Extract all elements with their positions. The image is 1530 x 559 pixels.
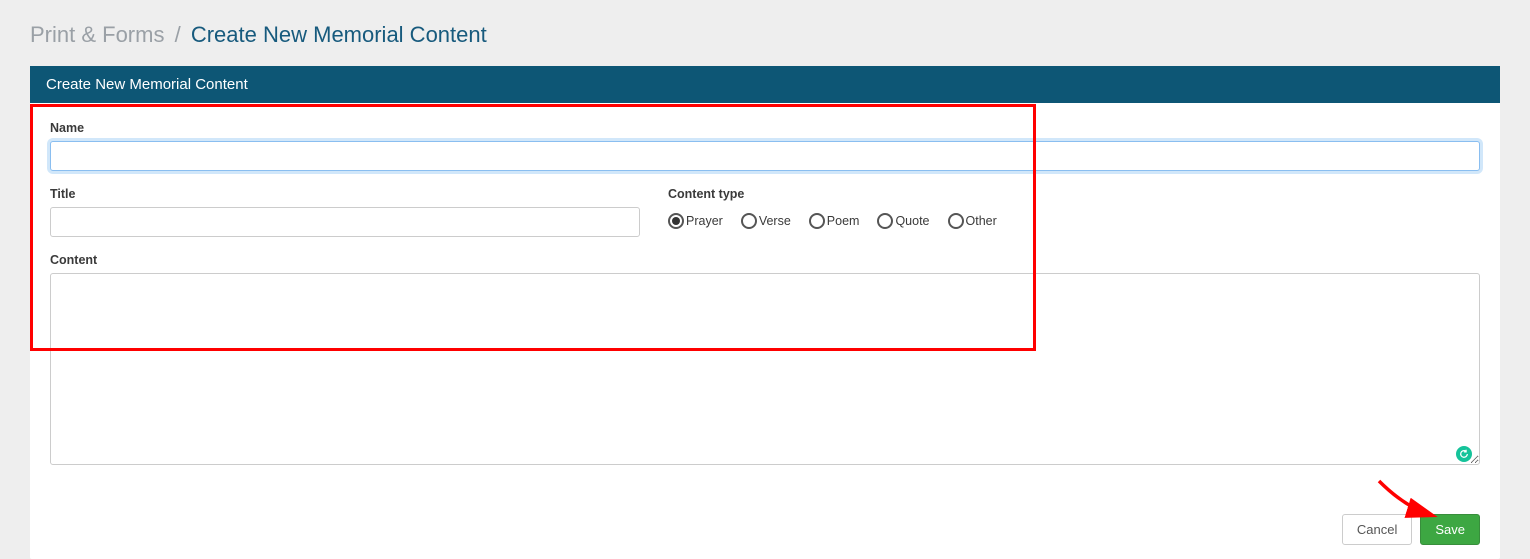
radio-label: Verse: [759, 214, 791, 228]
radio-icon: [877, 213, 893, 229]
breadcrumb-parent[interactable]: Print & Forms: [30, 22, 164, 47]
save-button[interactable]: Save: [1420, 514, 1480, 545]
content-textarea[interactable]: [50, 273, 1480, 465]
title-label: Title: [50, 187, 640, 201]
breadcrumb: Print & Forms / Create New Memorial Cont…: [0, 0, 1530, 66]
content-label: Content: [50, 253, 1480, 267]
radio-icon: [741, 213, 757, 229]
radio-poem[interactable]: Poem: [809, 213, 860, 229]
title-input[interactable]: [50, 207, 640, 237]
panel-header: Create New Memorial Content: [30, 66, 1500, 103]
name-label: Name: [50, 121, 1480, 135]
content-type-label: Content type: [668, 187, 1480, 201]
radio-other[interactable]: Other: [948, 213, 997, 229]
panel-body: Name Title Content type Prayer Vers: [30, 103, 1500, 559]
radio-prayer[interactable]: Prayer: [668, 213, 723, 229]
radio-label: Prayer: [686, 214, 723, 228]
content-type-radio-group: Prayer Verse Poem Quote: [668, 207, 1480, 229]
breadcrumb-separator: /: [171, 22, 185, 47]
breadcrumb-current: Create New Memorial Content: [191, 22, 487, 47]
radio-label: Quote: [895, 214, 929, 228]
radio-label: Poem: [827, 214, 860, 228]
radio-icon: [809, 213, 825, 229]
radio-quote[interactable]: Quote: [877, 213, 929, 229]
radio-icon: [948, 213, 964, 229]
cancel-button[interactable]: Cancel: [1342, 514, 1412, 545]
grammarly-icon: [1456, 446, 1472, 462]
radio-label: Other: [966, 214, 997, 228]
radio-verse[interactable]: Verse: [741, 213, 791, 229]
form-panel: Create New Memorial Content Name Title C…: [30, 66, 1500, 559]
name-input[interactable]: [50, 141, 1480, 171]
button-row: Cancel Save: [50, 486, 1480, 545]
radio-icon: [668, 213, 684, 229]
